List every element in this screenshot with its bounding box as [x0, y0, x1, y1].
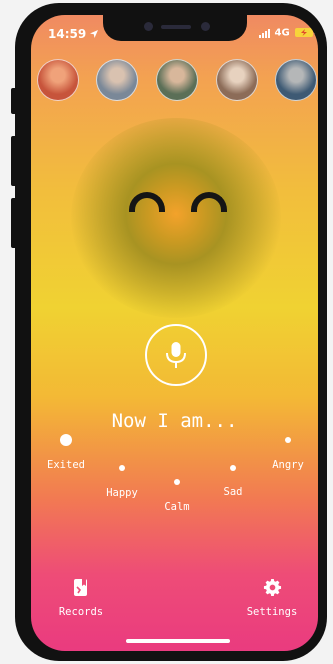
mood-prompt: Now I am...	[111, 410, 238, 432]
mood-option-label[interactable]: Calm	[142, 501, 212, 513]
sensor-icon	[201, 22, 210, 31]
signal-icon	[259, 27, 271, 38]
record-mic-button[interactable]	[145, 324, 207, 386]
mood-option-dot[interactable]	[60, 434, 72, 446]
friend-avatar[interactable]	[156, 59, 198, 101]
nav-settings-label: Settings	[246, 606, 298, 618]
camera-icon	[144, 22, 153, 31]
gear-icon	[263, 578, 281, 597]
friend-avatar[interactable]	[96, 59, 138, 101]
mood-option-dot[interactable]	[285, 437, 291, 443]
nav-records[interactable]: Records	[46, 578, 116, 618]
records-icon	[74, 579, 87, 596]
mood-option-label[interactable]: Sad	[198, 486, 268, 498]
volume-down-button	[11, 198, 17, 248]
mood-option-label[interactable]: Angry	[253, 459, 318, 471]
mood-option-dot[interactable]	[174, 479, 180, 485]
microphone-icon	[166, 342, 186, 368]
friend-avatar[interactable]	[216, 59, 258, 101]
volume-up-button	[11, 136, 17, 186]
nav-settings[interactable]: Settings	[237, 578, 307, 618]
location-arrow-icon	[90, 30, 99, 38]
home-indicator[interactable]	[126, 639, 230, 643]
app-screen: 14:59 4G Now I am... Exited Happy Calm Sad A…	[31, 15, 318, 651]
device-notch	[103, 15, 247, 41]
mood-option-dot[interactable]	[119, 465, 125, 471]
friend-avatar[interactable]	[275, 59, 317, 101]
mood-option-label[interactable]: Happy	[87, 487, 157, 499]
nav-records-label: Records	[58, 606, 104, 618]
status-time: 14:59	[48, 27, 99, 41]
status-indicators: 4G	[259, 27, 317, 39]
mood-option-label[interactable]: Exited	[31, 459, 101, 471]
mood-option-dot[interactable]	[230, 465, 236, 471]
status-time-text: 14:59	[48, 27, 87, 41]
speaker-grille	[161, 25, 191, 29]
mood-face-glow	[71, 118, 281, 318]
battery-icon	[295, 28, 317, 37]
mute-switch	[11, 88, 17, 114]
network-type: 4G	[274, 27, 290, 39]
friend-avatar[interactable]	[37, 59, 79, 101]
